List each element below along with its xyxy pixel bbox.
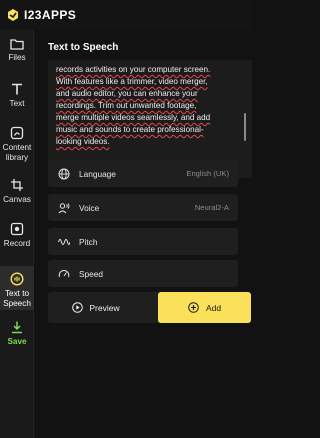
sidebar-item-label: Text to Speech: [3, 289, 31, 308]
speech-icon: [10, 272, 24, 286]
logo-icon: [8, 9, 18, 21]
language-label: Language: [79, 168, 116, 179]
pitch-control[interactable]: Pitch: [48, 228, 238, 255]
pitch-wave-icon: [57, 235, 71, 249]
preview-label: Preview: [89, 302, 120, 313]
sidebar: Files Text Content library Canvas Record: [0, 30, 34, 438]
voice-label: Voice: [79, 202, 100, 213]
add-button[interactable]: Add: [158, 292, 251, 323]
voice-value: Neural2-A: [194, 203, 229, 212]
text-line: recordings. Trim out unwanted footage,: [56, 101, 197, 110]
voice-select[interactable]: Voice Neural2-A: [48, 194, 238, 221]
sidebar-item-text[interactable]: Text: [0, 82, 34, 114]
sidebar-item-record[interactable]: Record: [0, 222, 34, 254]
sidebar-item-text-to-speech[interactable]: Text to Speech: [0, 266, 34, 310]
speedometer-icon: [57, 267, 71, 281]
speed-control[interactable]: Speed: [48, 260, 238, 287]
speed-label: Speed: [79, 268, 103, 279]
sidebar-item-canvas[interactable]: Canvas: [0, 178, 34, 210]
text-line: records activities on your computer scre…: [56, 65, 211, 74]
language-value: English (UK): [186, 169, 229, 178]
sidebar-item-label: Canvas: [3, 195, 31, 204]
sidebar-item-label: Content library: [2, 143, 32, 162]
record-icon: [10, 222, 24, 236]
voice-icon: [57, 201, 71, 215]
text-scrollbar[interactable]: [244, 113, 246, 141]
top-bar: I23APPS: [0, 0, 252, 30]
preview-button[interactable]: Preview: [48, 292, 144, 323]
folder-icon: [10, 39, 24, 50]
sidebar-item-label: Record: [3, 239, 31, 248]
sidebar-item-files[interactable]: Files: [0, 38, 34, 70]
download-icon: [12, 321, 22, 334]
globe-icon: [57, 167, 71, 181]
logo-text: I23APPS: [24, 8, 77, 22]
content-library-icon: [10, 126, 24, 140]
panel-title: Text to Speech: [48, 42, 119, 53]
text-line: merge multiple videos seamlessly, and ad…: [56, 113, 211, 122]
language-select[interactable]: Language English (UK): [48, 160, 238, 187]
action-bar: Preview Add: [48, 292, 251, 323]
app-logo[interactable]: I23APPS: [6, 8, 76, 22]
sidebar-item-label: Text: [9, 99, 25, 108]
sidebar-item-save[interactable]: Save: [0, 320, 34, 352]
text-line: and audio editor, you can enhance your: [56, 89, 198, 98]
play-icon: [72, 302, 84, 313]
pitch-label: Pitch: [79, 236, 98, 247]
sidebar-item-label: Save: [7, 337, 27, 346]
sidebar-item-label: Files: [8, 53, 26, 62]
speech-text-content: records activities on your computer scre…: [56, 64, 226, 148]
text-line: music and sounds to create professional-: [56, 125, 204, 134]
sidebar-item-content-library[interactable]: Content library: [0, 126, 34, 166]
text-line: looking videos.: [56, 137, 110, 146]
text-line: With features like a trimmer, video merg…: [56, 77, 208, 86]
text-to-speech-panel: Text to Speech records activities on you…: [34, 30, 252, 438]
text-t-icon: [12, 83, 22, 95]
plus-circle-icon: [188, 302, 199, 313]
canvas-crop-icon: [11, 179, 23, 191]
add-label: Add: [205, 302, 222, 313]
